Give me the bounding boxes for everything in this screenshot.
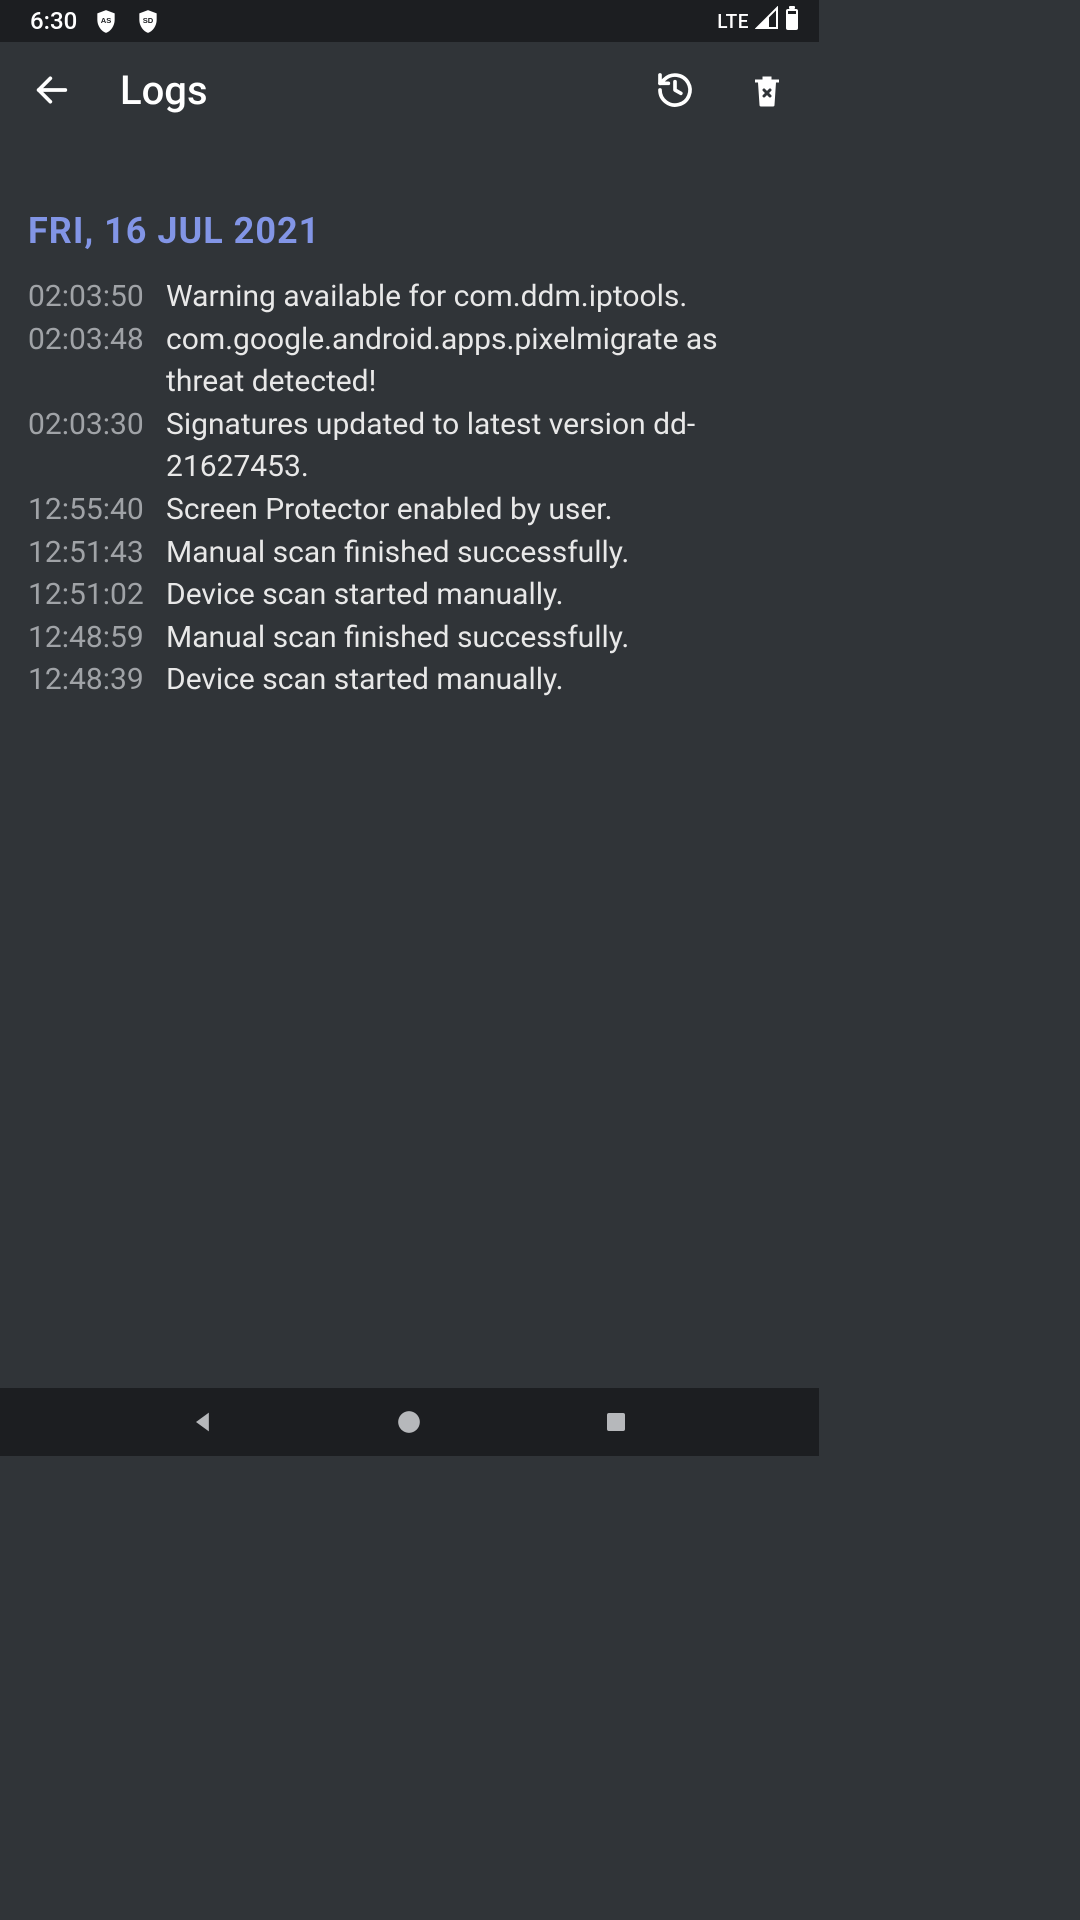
circle-home-icon — [396, 1409, 422, 1435]
log-message: com.google.android.apps.pixelmigrate as … — [166, 319, 791, 404]
log-time: 12:55:40 — [28, 489, 146, 532]
log-time: 12:51:02 — [28, 574, 146, 617]
app-bar: Logs — [0, 42, 819, 138]
status-time: 6:30 — [30, 7, 77, 35]
log-message: Manual scan finished successfully. — [166, 532, 791, 575]
log-entry: 12:48:39 Device scan started manually. — [28, 659, 791, 702]
log-time: 12:51:43 — [28, 532, 146, 575]
log-message: Device scan started manually. — [166, 659, 791, 702]
nav-recent-button[interactable] — [596, 1402, 636, 1442]
nav-back-button[interactable] — [183, 1402, 223, 1442]
log-message: Device scan started manually. — [166, 574, 791, 617]
log-entry: 02:03:30Signatures updated to latest ver… — [28, 404, 791, 489]
log-message: Screen Protector enabled by user. — [166, 489, 791, 532]
log-entry: 02:03:50 Warning available for com.ddm.ip… — [28, 276, 791, 319]
status-right: LTE — [717, 6, 799, 36]
svg-text:AS: AS — [101, 16, 112, 25]
shield-badge-sd-icon: SD — [135, 8, 161, 34]
log-time: 02:03:30 — [28, 404, 146, 489]
status-bar: 6:30 AS SD LTE — [0, 0, 819, 42]
square-recent-icon — [604, 1410, 628, 1434]
triangle-back-icon — [189, 1408, 217, 1436]
svg-text:SD: SD — [143, 16, 154, 25]
log-entry: 12:51:02 Device scan started manually. — [28, 574, 791, 617]
log-entry: 12:55:40 Screen Protector enabled by user… — [28, 489, 791, 532]
delete-button[interactable] — [743, 66, 791, 114]
log-time: 12:48:39 — [28, 659, 146, 702]
log-entry: 12:51:43 Manual scan finished successfull… — [28, 532, 791, 575]
content-area[interactable]: FRI, 16 JUL 2021 02:03:50 Warning availab… — [0, 138, 819, 1388]
network-label: LTE — [717, 10, 749, 33]
log-message: Signatures updated to latest version dd-… — [166, 404, 791, 489]
page-title: Logs — [120, 67, 607, 114]
log-time: 02:03:50 — [28, 276, 146, 319]
log-message: Warning available for com.ddm.iptools. — [166, 276, 791, 319]
history-icon — [655, 70, 695, 110]
arrow-left-icon — [32, 70, 72, 110]
shield-badge-as-icon: AS — [93, 8, 119, 34]
nav-home-button[interactable] — [389, 1402, 429, 1442]
history-button[interactable] — [651, 66, 699, 114]
log-entry: 02:03:48com.google.android.apps.pixelmig… — [28, 319, 791, 404]
signal-icon — [755, 6, 779, 36]
log-time: 12:48:59 — [28, 617, 146, 660]
log-time: 02:03:48 — [28, 319, 146, 404]
back-button[interactable] — [28, 66, 76, 114]
trash-delete-icon — [749, 72, 785, 108]
log-message: Manual scan finished successfully. — [166, 617, 791, 660]
log-list: 02:03:50 Warning available for com.ddm.ip… — [28, 276, 791, 702]
log-entry: 12:48:59 Manual scan finished successfull… — [28, 617, 791, 660]
status-left: 6:30 AS SD — [30, 7, 161, 35]
battery-icon — [785, 6, 799, 36]
date-header: FRI, 16 JUL 2021 — [28, 210, 791, 252]
navigation-bar — [0, 1388, 819, 1456]
